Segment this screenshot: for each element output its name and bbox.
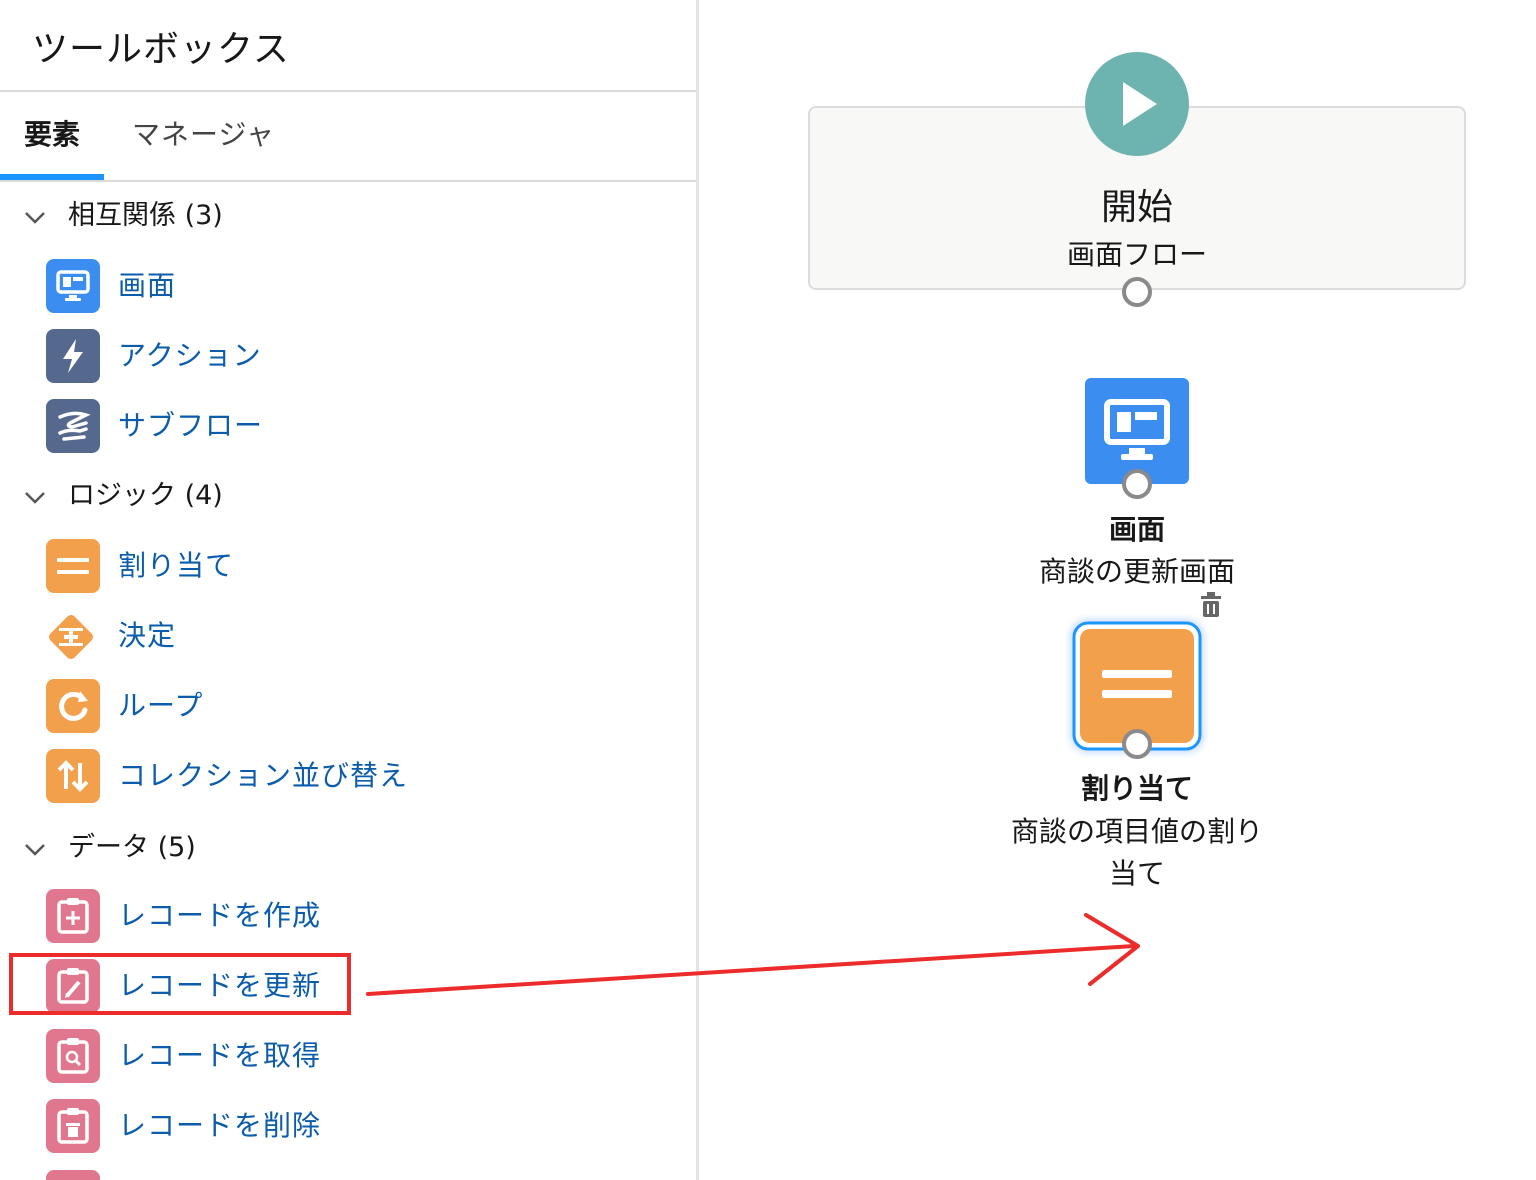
assignment-icon bbox=[46, 539, 100, 593]
toolbox-item-label: 画面 bbox=[118, 269, 177, 302]
assignment-node-label-line2: 当て bbox=[1108, 857, 1165, 890]
loop-icon bbox=[46, 679, 100, 733]
toolbox-item-label: レコードを作成 bbox=[118, 899, 322, 932]
section-header-label: データ (5) bbox=[68, 832, 196, 863]
screen-icon bbox=[46, 259, 100, 313]
toolbox-item-label: アクション bbox=[118, 339, 262, 372]
assignment-connector[interactable] bbox=[1122, 729, 1152, 759]
toolbox-item-label: ループ bbox=[118, 689, 204, 722]
toolbox-item-label: サブフロー bbox=[118, 409, 264, 442]
tab-manager[interactable]: マネージャ bbox=[132, 92, 275, 178]
subflow-icon bbox=[46, 399, 100, 453]
record-get-icon bbox=[46, 1029, 100, 1083]
toolbox-item-label: 割り当て bbox=[118, 549, 235, 582]
toolbox-item-label: レコードを削除 bbox=[118, 1109, 322, 1142]
assignment-node-label-line1: 商談の項目値の割り bbox=[1010, 815, 1263, 848]
flow-canvas[interactable]: 開始 画面フロー 画面 商談の更新画面 割り当て 商談の項目値の割り 当て bbox=[699, 0, 1536, 1180]
lightning-icon bbox=[46, 329, 100, 383]
chevron-down-icon bbox=[25, 843, 45, 856]
start-node-subtitle: 画面フロー bbox=[1066, 238, 1207, 271]
screen-node-type: 画面 bbox=[1108, 513, 1165, 546]
start-connector[interactable] bbox=[1122, 277, 1152, 307]
toolbox-item-label: 決定 bbox=[118, 619, 177, 652]
toolbox-item-label: コレクション並び替え bbox=[118, 759, 409, 792]
chevron-down-icon bbox=[25, 211, 45, 224]
screen-connector[interactable] bbox=[1122, 469, 1152, 499]
toolbox-title: ツールボックス bbox=[32, 29, 290, 70]
annotation-highlight-box bbox=[9, 953, 351, 1015]
section-interaction[interactable]: 相互関係 (3) bbox=[22, 196, 223, 236]
play-icon[interactable] bbox=[1085, 52, 1189, 156]
tab-elements[interactable]: 要素 bbox=[0, 92, 104, 180]
section-header-label: 相互関係 (3) bbox=[68, 200, 223, 231]
toolbox-panel: ツールボックス 要素 マネージャ 相互関係 (3) 画面 アクション サブフロー… bbox=[0, 0, 699, 1180]
tab-bar: 要素 マネージャ bbox=[0, 92, 696, 182]
start-node-title: 開始 bbox=[1100, 187, 1173, 228]
record-create-icon bbox=[46, 889, 100, 943]
section-header-label: ロジック (4) bbox=[68, 480, 223, 511]
chevron-down-icon bbox=[25, 491, 45, 504]
sort-icon bbox=[46, 749, 100, 803]
record-delete-icon bbox=[46, 1099, 100, 1153]
record-icon bbox=[46, 1170, 100, 1180]
decision-icon bbox=[46, 609, 100, 663]
section-logic[interactable]: ロジック (4) bbox=[22, 476, 223, 516]
section-data[interactable]: データ (5) bbox=[22, 828, 196, 868]
toolbox-item-label: レコードを取得 bbox=[118, 1039, 322, 1072]
assignment-node-type: 割り当て bbox=[1080, 772, 1193, 805]
screen-node-label: 商談の更新画面 bbox=[1038, 555, 1235, 588]
